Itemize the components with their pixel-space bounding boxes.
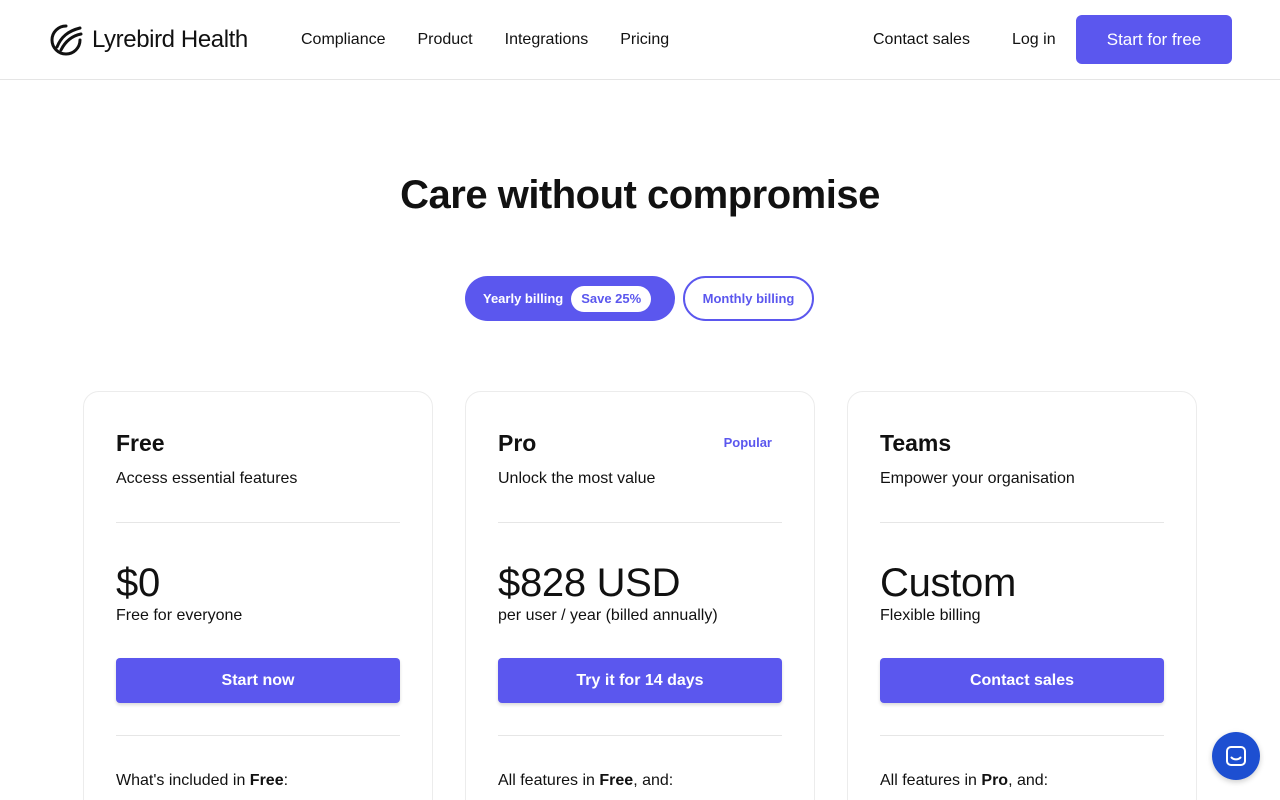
- lyrebird-logo-icon: [50, 24, 83, 56]
- plan-description: Empower your organisation: [880, 470, 1075, 487]
- start-for-free-button[interactable]: Start for free: [1076, 15, 1232, 64]
- yearly-billing-toggle[interactable]: Yearly billing Save 25%: [465, 276, 675, 321]
- plan-description: Unlock the most value: [498, 470, 656, 487]
- brand-name: Lyrebird Health: [92, 26, 248, 53]
- page-title: Care without compromise: [400, 173, 880, 217]
- plan-card-free: Free Access essential features $0 Free f…: [83, 391, 433, 800]
- features-heading: All features in Pro, and:: [880, 772, 1048, 790]
- features-prefix: All features in: [498, 772, 600, 789]
- plan-price: Custom: [880, 561, 1017, 605]
- nav-item-compliance[interactable]: Compliance: [301, 30, 385, 50]
- log-in-link[interactable]: Log in: [1012, 30, 1056, 50]
- plan-card-pro: Pro Popular Unlock the most value $828 U…: [465, 391, 815, 800]
- site-header: Lyrebird Health Compliance Product Integ…: [0, 0, 1280, 80]
- plan-period: per user / year (billed annually): [498, 607, 718, 624]
- features-plan: Pro: [981, 772, 1009, 789]
- brand-logo[interactable]: Lyrebird Health: [48, 22, 248, 58]
- features-heading: All features in Free, and:: [498, 772, 673, 790]
- divider: [498, 522, 782, 523]
- plan-description: Access essential features: [116, 470, 298, 487]
- features-heading: What's included in Free:: [116, 772, 288, 790]
- chat-icon: [1226, 746, 1246, 766]
- plan-price: $0: [116, 561, 160, 605]
- divider: [116, 735, 400, 736]
- plan-card-teams: Teams Empower your organisation Custom F…: [847, 391, 1197, 800]
- nav-item-integrations[interactable]: Integrations: [505, 30, 589, 50]
- plan-period: Free for everyone: [116, 607, 243, 624]
- features-prefix: What's included in: [116, 772, 250, 789]
- try-14-days-button[interactable]: Try it for 14 days: [498, 658, 782, 703]
- contact-sales-link[interactable]: Contact sales: [873, 30, 970, 50]
- chat-launcher-button[interactable]: [1212, 732, 1260, 780]
- divider: [116, 522, 400, 523]
- features-suffix: :: [283, 772, 289, 789]
- contact-sales-button[interactable]: Contact sales: [880, 658, 1164, 703]
- start-now-button[interactable]: Start now: [116, 658, 400, 703]
- monthly-billing-toggle[interactable]: Monthly billing: [683, 276, 814, 321]
- features-suffix: , and:: [633, 772, 674, 789]
- yearly-billing-label: Yearly billing: [483, 291, 564, 306]
- main-nav: Compliance Product Integrations Pricing: [301, 30, 701, 50]
- nav-item-pricing[interactable]: Pricing: [620, 30, 669, 50]
- popular-badge: Popular: [723, 435, 772, 450]
- features-plan: Free: [599, 772, 634, 789]
- divider: [498, 735, 782, 736]
- features-suffix: , and:: [1008, 772, 1049, 789]
- divider: [880, 522, 1164, 523]
- plan-name: Pro: [498, 430, 537, 456]
- features-prefix: All features in: [880, 772, 982, 789]
- plan-price: $828 USD: [498, 561, 681, 605]
- divider: [880, 735, 1164, 736]
- plan-name: Teams: [880, 430, 952, 456]
- features-plan: Free: [249, 772, 284, 789]
- plan-name: Free: [116, 430, 165, 456]
- save-badge: Save 25%: [571, 285, 652, 312]
- plan-period: Flexible billing: [880, 607, 981, 624]
- nav-item-product[interactable]: Product: [417, 30, 472, 50]
